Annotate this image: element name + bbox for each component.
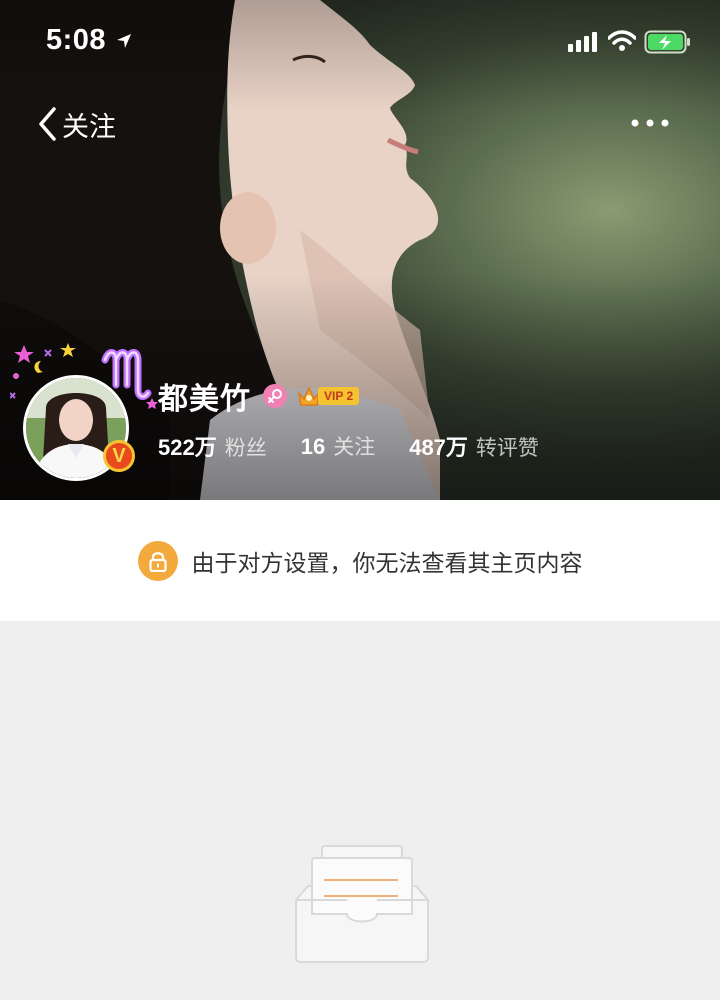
- lock-icon: [137, 540, 178, 581]
- profile-name: 都美竹: [158, 382, 251, 417]
- wifi-icon: [608, 30, 636, 51]
- location-arrow-icon: [117, 34, 131, 48]
- battery-charging-icon: [644, 30, 690, 54]
- profile-name-row: 都美竹 VIP 2: [158, 376, 360, 417]
- avatar-container[interactable]: V: [10, 335, 160, 481]
- status-time: 5:08: [46, 24, 107, 56]
- stat-following-value: 16: [300, 434, 326, 459]
- stat-reposts-likes-value: 487万: [409, 435, 468, 460]
- stat-followers[interactable]: 522万 粉丝: [158, 430, 267, 462]
- empty-inbox-icon: [295, 845, 429, 963]
- stat-following-label: 关注: [333, 435, 376, 459]
- stat-reposts-likes[interactable]: 487万 转评赞: [409, 430, 539, 462]
- female-gender-icon: [263, 384, 287, 408]
- status-bar: 5:08: [0, 0, 720, 88]
- profile-stats: 522万 粉丝 16 关注 487万 转评赞: [158, 430, 573, 462]
- chevron-left-icon: [39, 107, 56, 141]
- more-options-icon[interactable]: [628, 110, 672, 136]
- privacy-notice-text: 由于对方设置，你无法查看其主页内容: [191, 550, 583, 577]
- stat-followers-label: 粉丝: [224, 436, 267, 460]
- stat-followers-value: 522万: [158, 435, 217, 460]
- vip-level-label: VIP 2: [318, 387, 360, 405]
- back-button[interactable]: 关注: [36, 104, 116, 144]
- stat-reposts-likes-label: 转评赞: [475, 436, 539, 460]
- back-button-label: 关注: [62, 111, 116, 143]
- stat-following[interactable]: 16 关注: [301, 431, 375, 461]
- verified-badge: V: [103, 440, 135, 472]
- vip-badge[interactable]: VIP 2: [297, 385, 360, 407]
- privacy-notice: 由于对方设置，你无法查看其主页内容: [0, 500, 720, 621]
- cellular-signal-icon: [568, 32, 597, 52]
